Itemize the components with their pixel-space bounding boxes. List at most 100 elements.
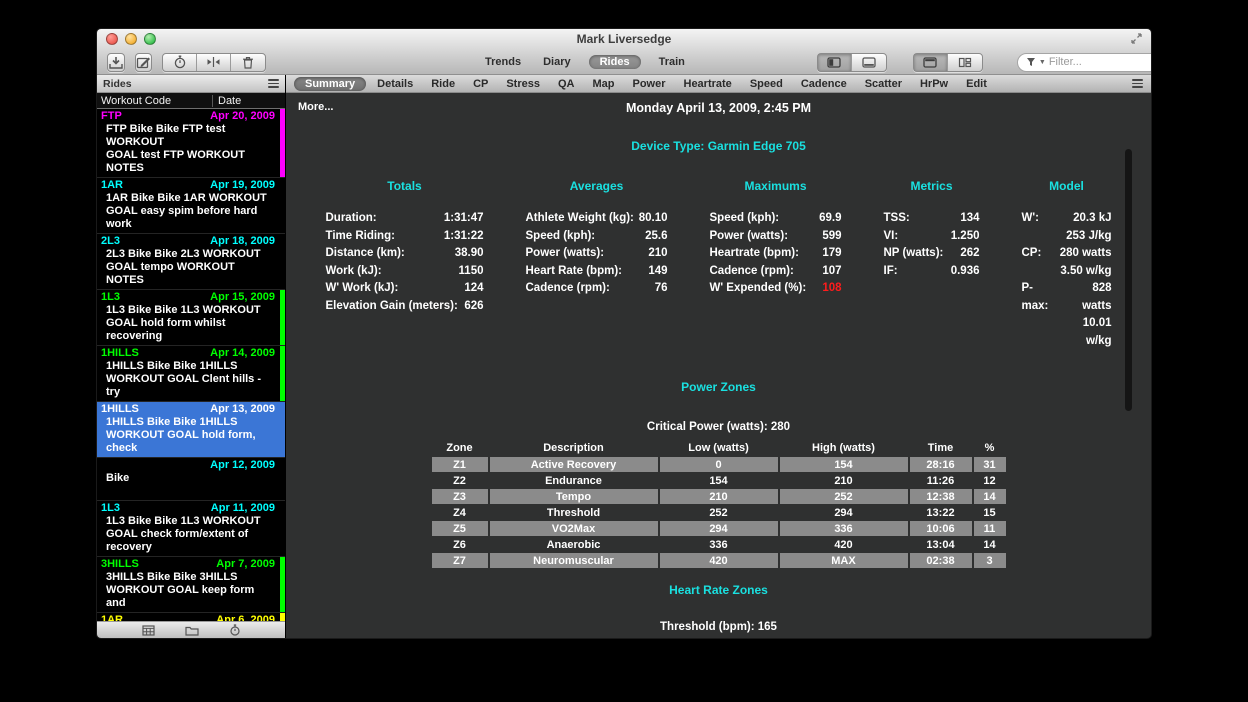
view-tab-train[interactable]: Train xyxy=(655,55,689,69)
tiled-view-button[interactable] xyxy=(948,54,982,71)
ride-item[interactable]: 1HILLSApr 14, 20091HILLS Bike Bike 1HILL… xyxy=(97,346,285,402)
fullscreen-icon[interactable] xyxy=(1130,32,1143,45)
zone-row: Z4Threshold25229413:2215 xyxy=(432,505,1006,520)
view-tab-rides[interactable]: Rides xyxy=(589,55,641,69)
summary-section-metrics: MetricsTSS:134VI:1.250NP (watts):262IF:0… xyxy=(884,179,980,350)
tabbed-view-button[interactable] xyxy=(914,54,948,71)
tab-heartrate[interactable]: Heartrate xyxy=(675,78,741,90)
main-tab-menu-icon[interactable] xyxy=(1132,77,1143,90)
view-tab-diary[interactable]: Diary xyxy=(539,55,575,69)
tab-map[interactable]: Map xyxy=(583,78,623,90)
ride-item[interactable]: 1HILLSApr 13, 20091HILLS Bike Bike 1HILL… xyxy=(97,402,285,458)
filter-field[interactable]: ▼ xyxy=(1017,53,1152,72)
ride-item[interactable]: 1ARApr 6, 20091AR Bike Bike 1AR WORKOUTG… xyxy=(97,613,285,621)
ride-item[interactable]: 1L3Apr 11, 20091L3 Bike Bike 1L3 WORKOUT… xyxy=(97,501,285,557)
metric-row: Power (watts):210 xyxy=(526,245,668,263)
sidebar-column-headers[interactable]: Workout Code Date xyxy=(97,93,285,109)
zone-cell: 420 xyxy=(660,553,778,568)
ride-item[interactable]: 2L3Apr 18, 20092L3 Bike Bike 2L3 WORKOUT… xyxy=(97,234,285,290)
ride-code: 3HILLS xyxy=(101,558,139,571)
tab-ride[interactable]: Ride xyxy=(422,78,464,90)
metric-row: CP: 280 watts xyxy=(1022,245,1112,263)
ride-item[interactable]: 3HILLSApr 7, 20093HILLS Bike Bike 3HILLS… xyxy=(97,557,285,613)
metric-label: P-max: xyxy=(1022,280,1059,315)
tab-scatter[interactable]: Scatter xyxy=(856,78,911,90)
ride-item[interactable]: 1ARApr 19, 20091AR Bike Bike 1AR WORKOUT… xyxy=(97,178,285,234)
filter-input[interactable] xyxy=(1049,56,1152,68)
ride-item[interactable]: Apr 12, 2009Bike xyxy=(97,458,285,501)
metric-label: VI: xyxy=(884,228,899,246)
sidebar-toggle-button[interactable] xyxy=(818,54,852,71)
zone-column-header: High (watts) xyxy=(780,442,908,456)
section-title: Model xyxy=(1022,179,1112,193)
metric-row: Duration:1:31:47 xyxy=(326,210,484,228)
tab-hrpw[interactable]: HrPw xyxy=(911,78,957,90)
minimize-button[interactable] xyxy=(125,33,137,45)
tab-edit[interactable]: Edit xyxy=(957,78,996,90)
zoom-button[interactable] xyxy=(144,33,156,45)
zone-cell: Anaerobic xyxy=(490,537,658,552)
sidebar-menu-icon[interactable] xyxy=(268,77,279,90)
zone-column-header: Zone xyxy=(432,442,488,456)
view-tab-trends[interactable]: Trends xyxy=(481,55,525,69)
zone-row: Z3Tempo21025212:3814 xyxy=(432,489,1006,504)
ride-item[interactable]: 1L3Apr 15, 20091L3 Bike Bike 1L3 WORKOUT… xyxy=(97,290,285,346)
zone-cell: 154 xyxy=(660,473,778,488)
ride-date-heading: Monday April 13, 2009, 2:45 PM xyxy=(286,93,1151,115)
import-ride-button[interactable] xyxy=(107,53,125,72)
zone-cell: 336 xyxy=(780,521,908,536)
metric-value: 280 watts xyxy=(1060,245,1112,263)
split-ride-button[interactable] xyxy=(197,54,231,71)
tab-power[interactable]: Power xyxy=(623,78,674,90)
bottombar-toggle-button[interactable] xyxy=(852,54,886,71)
metric-label: Speed (kph): xyxy=(526,228,596,246)
column-header-date[interactable]: Date xyxy=(213,95,285,107)
titlebar[interactable]: Mark Liversedge xyxy=(97,29,1151,49)
zone-cell: 210 xyxy=(660,489,778,504)
ride-code: 1AR xyxy=(101,614,123,621)
zone-cell: 252 xyxy=(660,505,778,520)
delete-ride-button[interactable] xyxy=(231,54,265,71)
tab-cadence[interactable]: Cadence xyxy=(792,78,856,90)
zone-row: Z7Neuromuscular420MAX02:383 xyxy=(432,553,1006,568)
column-header-workout-code[interactable]: Workout Code xyxy=(97,95,213,107)
filter-dropdown-icon[interactable]: ▼ xyxy=(1039,59,1046,66)
metric-label: Speed (kph): xyxy=(710,210,780,228)
metric-label: CP: xyxy=(1022,245,1042,263)
calendar-icon[interactable] xyxy=(142,625,155,636)
stopwatch-button[interactable] xyxy=(163,54,197,71)
ride-date: Apr 19, 2009 xyxy=(210,179,275,192)
tab-speed[interactable]: Speed xyxy=(741,78,792,90)
ride-code: 1HILLS xyxy=(101,347,139,360)
zone-cell: Tempo xyxy=(490,489,658,504)
metric-row: Power (watts):599 xyxy=(710,228,842,246)
content-scrollbar[interactable] xyxy=(1125,149,1132,411)
ride-item[interactable]: FTPApr 20, 2009FTP Bike Bike FTP test WO… xyxy=(97,109,285,178)
zone-cell: 15 xyxy=(974,505,1006,520)
zone-row: Z5VO2Max29433610:0611 xyxy=(432,521,1006,536)
critical-power-text: Critical Power (watts): 280 xyxy=(286,421,1151,433)
zone-cell: Z6 xyxy=(432,537,488,552)
metric-row: TSS:134 xyxy=(884,210,980,228)
metric-label: IF: xyxy=(884,263,898,281)
folder-icon[interactable] xyxy=(185,625,199,636)
section-title: Maximums xyxy=(710,179,842,193)
metric-row: 3.50 w/kg xyxy=(1022,263,1112,281)
device-type-heading: Device Type: Garmin Edge 705 xyxy=(286,139,1151,153)
ride-description: WORKOUT GOAL Clent hills - try xyxy=(101,373,275,399)
tab-summary[interactable]: Summary xyxy=(294,77,366,91)
zone-cell: Threshold xyxy=(490,505,658,520)
zone-cell: Z7 xyxy=(432,553,488,568)
metric-row: Speed (kph):25.6 xyxy=(526,228,668,246)
zone-cell: 154 xyxy=(780,457,908,472)
more-link[interactable]: More... xyxy=(298,101,333,113)
tab-stress[interactable]: Stress xyxy=(497,78,549,90)
intervals-stopwatch-icon[interactable] xyxy=(229,624,241,636)
tab-qa[interactable]: QA xyxy=(549,78,584,90)
close-button[interactable] xyxy=(106,33,118,45)
metric-label: Time Riding: xyxy=(326,228,395,246)
tab-cp[interactable]: CP xyxy=(464,78,497,90)
manual-entry-button[interactable] xyxy=(135,53,152,72)
tab-details[interactable]: Details xyxy=(368,78,422,90)
app-window: Mark Liversedge xyxy=(96,28,1152,639)
